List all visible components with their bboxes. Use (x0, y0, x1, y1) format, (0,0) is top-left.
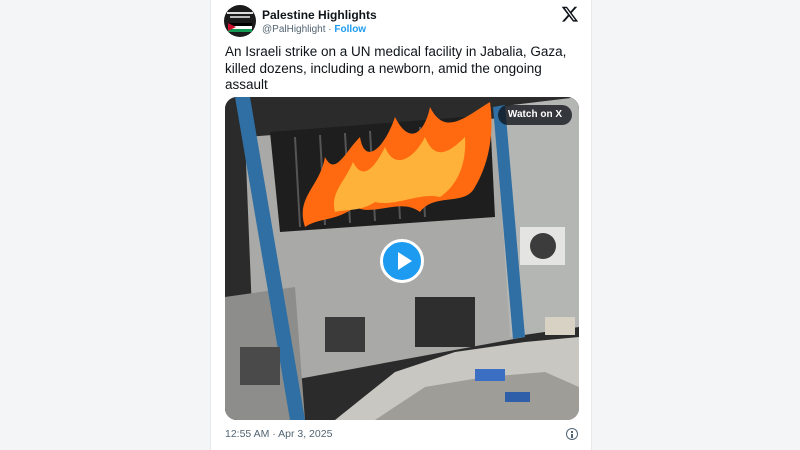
avatar-text-mark (230, 16, 250, 18)
x-logo-icon[interactable] (561, 5, 579, 23)
avatar[interactable] (224, 5, 256, 37)
handle-row: @PalHighlight · Follow (262, 24, 366, 35)
info-icon[interactable] (566, 428, 578, 440)
watch-on-x-button[interactable]: Watch on X (497, 105, 572, 125)
avatar-text-mark (227, 12, 253, 14)
play-icon[interactable] (380, 239, 424, 283)
page-margin-right (592, 0, 800, 450)
author-handle[interactable]: @PalHighlight (262, 24, 326, 35)
tweet-text: An Israeli strike on a UN medical facili… (225, 44, 567, 92)
tweet-timestamp[interactable]: 12:55 AM · Apr 3, 2025 (225, 428, 332, 440)
flag-triangle (228, 23, 236, 31)
tweet-card[interactable]: Palestine Highlights @PalHighlight · Fol… (210, 0, 592, 450)
separator-dot: · (328, 24, 332, 35)
page-margin-left (0, 0, 210, 450)
info-dot (571, 431, 573, 433)
follow-button[interactable]: Follow (334, 24, 366, 35)
play-triangle (398, 252, 412, 270)
video-player[interactable]: Watch on X (225, 97, 579, 420)
author-name[interactable]: Palestine Highlights (262, 8, 377, 22)
info-stem (571, 433, 573, 438)
